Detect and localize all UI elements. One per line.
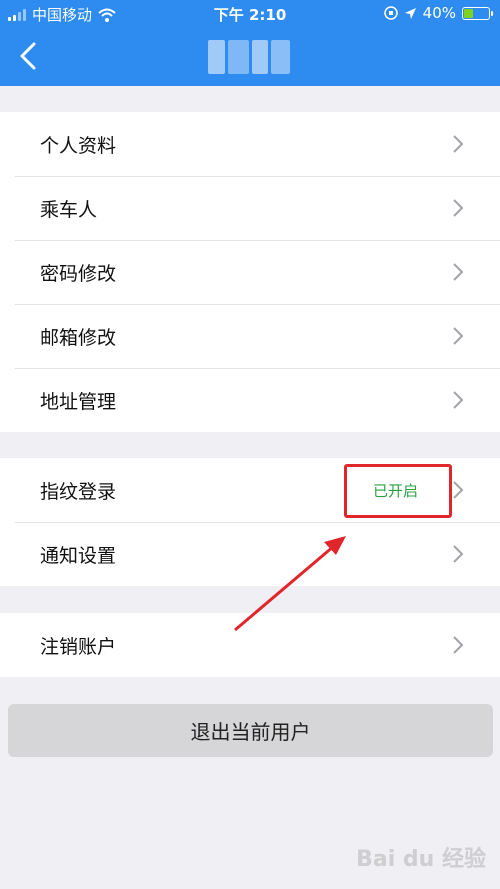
chevron-right-icon [453, 327, 464, 345]
chevron-right-icon [453, 636, 464, 654]
back-button[interactable] [12, 38, 48, 74]
page-title-blurred [208, 40, 290, 74]
menu-item-passengers[interactable]: 乘车人 [0, 176, 500, 240]
nav-bar: 中国移动 下午 2:10 40% [0, 0, 500, 86]
account-danger-group: 注销账户 [0, 613, 500, 677]
chevron-right-icon [453, 199, 464, 217]
status-bar: 中国移动 下午 2:10 40% [0, 0, 500, 28]
menu-item-label: 通知设置 [40, 544, 117, 567]
menu-item-label: 注销账户 [40, 635, 117, 658]
menu-item-label: 指纹登录 [40, 480, 117, 503]
security-settings-group: 指纹登录 已开启 通知设置 [0, 458, 500, 586]
menu-item-delete-account[interactable]: 注销账户 [0, 613, 500, 677]
status-badge: 已开启 [372, 481, 418, 500]
menu-item-label: 个人资料 [40, 134, 117, 157]
chevron-right-icon [453, 481, 464, 499]
menu-item-email[interactable]: 邮箱修改 [0, 304, 500, 368]
logout-button[interactable]: 退出当前用户 [8, 704, 493, 757]
chevron-right-icon [453, 391, 464, 409]
menu-item-password[interactable]: 密码修改 [0, 240, 500, 304]
battery-percent: 40% [422, 4, 456, 22]
menu-item-address[interactable]: 地址管理 [0, 368, 500, 432]
chevron-right-icon [453, 545, 464, 563]
chevron-right-icon [453, 263, 464, 281]
battery-icon [462, 6, 493, 20]
menu-item-fingerprint-login[interactable]: 指纹登录 已开启 [0, 458, 500, 522]
menu-item-label: 邮箱修改 [40, 326, 117, 349]
chevron-right-icon [453, 135, 464, 153]
menu-item-label: 乘车人 [40, 198, 98, 221]
menu-item-label: 密码修改 [40, 262, 117, 285]
menu-item-profile[interactable]: 个人资料 [0, 112, 500, 176]
account-settings-group: 个人资料 乘车人 密码修改 邮箱修改 地址管理 [0, 112, 500, 432]
menu-item-label: 地址管理 [40, 390, 117, 413]
watermark: Bai du 经验 [356, 847, 486, 872]
menu-item-notifications[interactable]: 通知设置 [0, 522, 500, 586]
orientation-lock-icon [383, 6, 398, 20]
location-icon [404, 7, 416, 19]
